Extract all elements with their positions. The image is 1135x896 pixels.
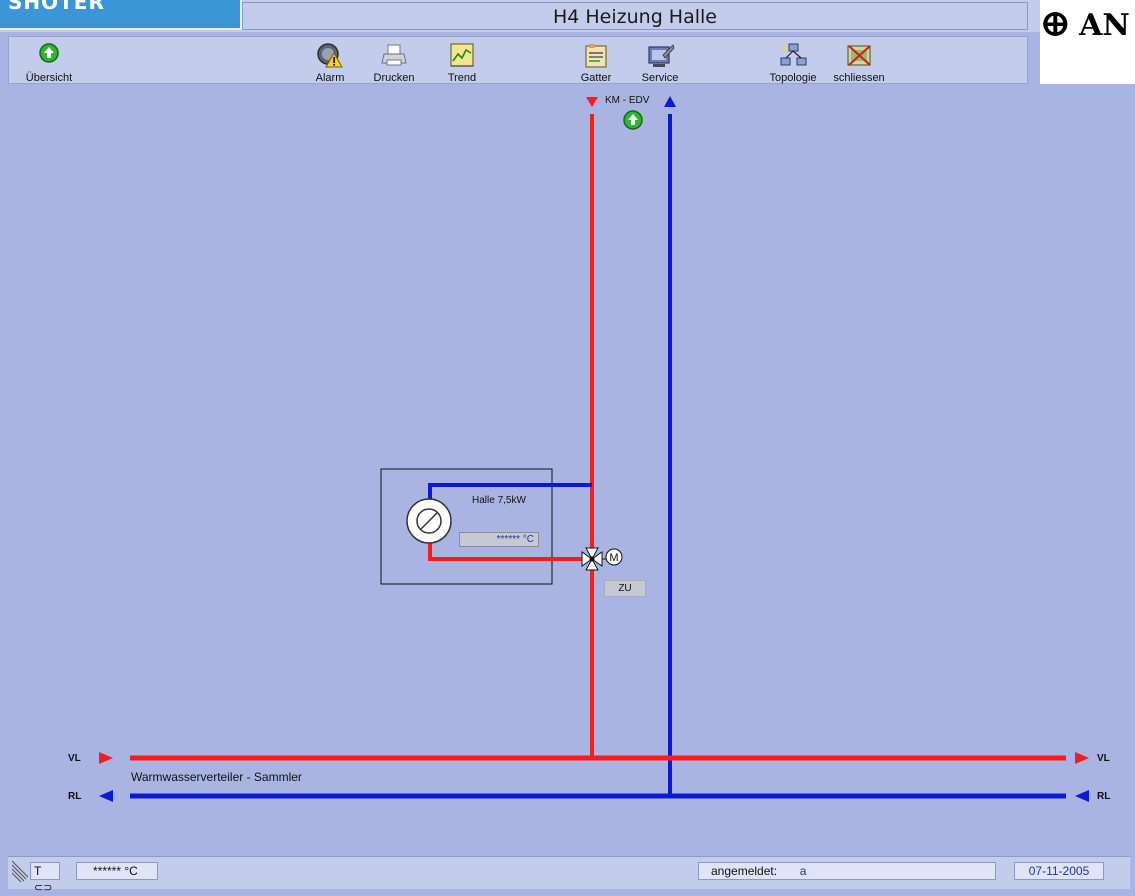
vl-left-label: VL: [68, 753, 81, 764]
navigate-up-icon[interactable]: [623, 110, 643, 130]
link-icon: ⊂⊃: [34, 882, 53, 894]
distributor-label: Warmwasserverteiler - Sammler: [131, 770, 302, 784]
return-arrow-icon: [664, 96, 676, 107]
temp-mode-label: T: [34, 864, 42, 878]
source-label: KM - EDV: [605, 95, 650, 106]
date-display: 07-11-2005: [1014, 862, 1104, 880]
login-status: angemeldet: a: [698, 862, 996, 880]
temp-mode-toggle[interactable]: T ⊂⊃: [30, 862, 60, 894]
outside-temp-value: ****** °C: [76, 862, 158, 880]
rl-right-arrow-icon: [1075, 790, 1089, 802]
status-bar: T ⊂⊃ ****** °C angemeldet: a 07-11-2005: [8, 856, 1130, 894]
supply-arrow-icon: [586, 97, 598, 107]
heater-symbol-icon: [406, 498, 452, 544]
mixing-valve-icon: [581, 547, 606, 571]
grip-icon: [12, 861, 28, 883]
vl-right-arrow-icon: [1075, 752, 1089, 764]
heater-label: Halle 7,5kW: [472, 495, 526, 506]
rl-right-label: RL: [1097, 791, 1111, 802]
vl-right-label: VL: [1097, 753, 1110, 764]
svg-text:M: M: [609, 552, 618, 564]
hydraulic-diagram: M: [99, 96, 1089, 802]
rl-left-arrow-icon: [99, 790, 113, 802]
vl-left-arrow-icon: [99, 752, 113, 764]
valve-motor-icon: M: [605, 548, 623, 566]
rl-left-label: RL: [68, 791, 82, 802]
logged-in-label: angemeldet:: [711, 864, 778, 878]
valve-state-badge: ZU: [604, 580, 646, 597]
heater-temp-value: ****** °C: [459, 532, 539, 547]
logged-in-user: a: [799, 864, 807, 878]
